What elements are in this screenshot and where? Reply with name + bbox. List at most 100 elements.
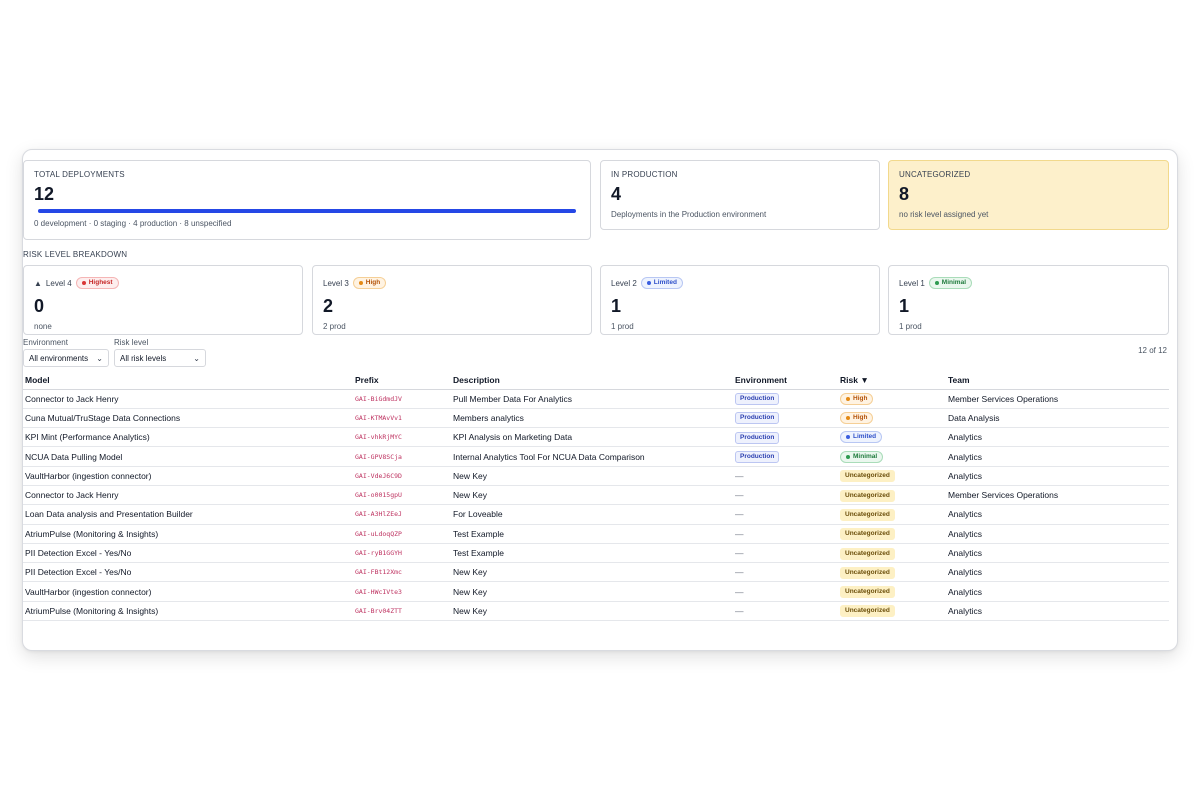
risk-badge-label: Uncategorized bbox=[845, 472, 890, 480]
table-row[interactable]: PII Detection Excel - Yes/No GAI-FBt12Xmc… bbox=[23, 562, 1169, 583]
environment-badge: Production bbox=[735, 393, 780, 406]
model-cell: Connector to Jack Henry bbox=[23, 485, 353, 506]
model-cell: PII Detection Excel - Yes/No bbox=[23, 543, 353, 564]
table-row[interactable]: Connector to Jack Henry GAI-BiGdmdJV Pull … bbox=[23, 389, 1169, 409]
risk-level-3-card: Level 3 High 2 2 prod bbox=[312, 265, 592, 335]
table-row[interactable]: VaultHarbor (ingestion connector) GAI-Vde… bbox=[23, 466, 1169, 486]
risk-level-count: 0 bbox=[34, 296, 45, 316]
table-row[interactable]: VaultHarbor (ingestion connector) GAI-HWc… bbox=[23, 581, 1169, 602]
uncategorized-value: 8 bbox=[899, 184, 910, 204]
environment-cell: Production bbox=[733, 389, 838, 409]
environment-badge: Production bbox=[735, 431, 780, 444]
risk-badge-limited: Limited bbox=[640, 277, 683, 289]
risk-level-count: 2 bbox=[323, 296, 334, 316]
team-cell: Analytics bbox=[946, 504, 1169, 525]
environment-select[interactable]: All environments ⌄ bbox=[23, 349, 109, 367]
model-cell: PII Detection Excel - Yes/No bbox=[23, 562, 353, 583]
risk-badge-label: Uncategorized bbox=[845, 568, 890, 576]
team-cell: Analytics bbox=[946, 524, 1169, 544]
model-cell: Loan Data analysis and Presentation Buil… bbox=[23, 504, 353, 525]
prefix-cell: GAI-ryB1GGYH bbox=[353, 543, 451, 564]
description-cell: New Key bbox=[451, 466, 733, 486]
prefix-cell: GAI-o0015gpU bbox=[353, 485, 451, 506]
model-cell: NCUA Data Pulling Model bbox=[23, 446, 353, 467]
model-cell: VaultHarbor (ingestion connector) bbox=[23, 581, 353, 602]
team-cell: Analytics bbox=[946, 446, 1169, 467]
model-cell: KPI Mint (Performance Analytics) bbox=[23, 427, 353, 448]
risk-badge: Uncategorized bbox=[840, 605, 895, 618]
risk-cell: Uncategorized bbox=[838, 485, 946, 506]
risk-level-sub: 1 prod bbox=[611, 322, 634, 331]
table-row[interactable]: NCUA Data Pulling Model GAI-GPV8SCja Inter… bbox=[23, 446, 1169, 467]
environment-badge: Production bbox=[735, 451, 780, 464]
risk-cell: Uncategorized bbox=[838, 581, 946, 602]
table-row[interactable]: Cuna Mutual/TruStage Data Connections GAI… bbox=[23, 408, 1169, 429]
table-row[interactable]: PII Detection Excel - Yes/No GAI-ryB1GGYH… bbox=[23, 543, 1169, 564]
prefix-cell: GAI-HWcIVte3 bbox=[353, 581, 451, 602]
risk-cell: Minimal bbox=[838, 446, 946, 467]
description-cell: New Key bbox=[451, 581, 733, 602]
risk-cell: Uncategorized bbox=[838, 562, 946, 583]
risk-cell: Uncategorized bbox=[838, 504, 946, 525]
risk-badge: Minimal bbox=[840, 450, 884, 463]
prefix-cell: GAI-uLdoqQZP bbox=[353, 524, 451, 544]
uncategorized-card: UNCATEGORIZED 8 no risk level assigned y… bbox=[888, 160, 1169, 230]
risk-badge-high: High bbox=[352, 277, 387, 289]
risk-cell: High bbox=[838, 408, 946, 429]
column-header-environment[interactable]: Environment bbox=[733, 371, 838, 390]
risk-badge: High bbox=[840, 392, 874, 405]
prefix-cell: GAI-VdeJ6C9D bbox=[353, 466, 451, 486]
environment-cell: — bbox=[733, 485, 838, 506]
description-cell: New Key bbox=[451, 485, 733, 506]
risk-badge-minimal: Minimal bbox=[928, 277, 972, 289]
risk-badge: Uncategorized bbox=[840, 528, 895, 541]
risk-badge-highest: Highest bbox=[75, 277, 119, 289]
risk-breakdown-title: RISK LEVEL BREAKDOWN bbox=[23, 250, 128, 259]
risk-level-select[interactable]: All risk levels ⌄ bbox=[114, 349, 206, 367]
team-cell: Member Services Operations bbox=[946, 389, 1169, 409]
column-header-prefix[interactable]: Prefix bbox=[353, 371, 451, 390]
description-cell: Test Example bbox=[451, 524, 733, 544]
deployment-breakdown: 0 development · 0 staging · 4 production… bbox=[34, 219, 232, 228]
risk-level-4-card: ▲ Level 4 Highest 0 none bbox=[23, 265, 303, 335]
table-row[interactable]: Loan Data analysis and Presentation Buil… bbox=[23, 504, 1169, 525]
risk-level-name: Level 4 bbox=[45, 278, 72, 288]
team-cell: Analytics bbox=[946, 562, 1169, 583]
table-row[interactable]: AtriumPulse (Monitoring & Insights) GAI-B… bbox=[23, 601, 1169, 622]
environment-cell: — bbox=[733, 504, 838, 525]
prefix-cell: GAI-FBt12Xmc bbox=[353, 562, 451, 583]
risk-badge-label: Limited bbox=[853, 433, 877, 441]
environment-cell: — bbox=[733, 562, 838, 583]
column-header-description[interactable]: Description bbox=[451, 371, 733, 390]
total-deployments-value: 12 bbox=[34, 184, 55, 204]
environment-cell: — bbox=[733, 524, 838, 544]
risk-badge: Uncategorized bbox=[840, 508, 895, 521]
description-cell: KPI Analysis on Marketing Data bbox=[451, 427, 733, 448]
environment-cell: — bbox=[733, 581, 838, 602]
model-cell: AtriumPulse (Monitoring & Insights) bbox=[23, 601, 353, 622]
chevron-down-icon: ⌄ bbox=[193, 353, 200, 363]
team-cell: Data Analysis bbox=[946, 408, 1169, 429]
chevron-down-icon: ⌄ bbox=[96, 353, 103, 363]
total-deployments-card: TOTAL DEPLOYMENTS 12 0 development · 0 s… bbox=[23, 160, 591, 240]
risk-level-1-card: Level 1 Minimal 1 1 prod bbox=[888, 265, 1169, 335]
risk-level-name: Level 1 bbox=[899, 278, 925, 288]
risk-badge: Limited bbox=[840, 431, 883, 444]
in-production-card: IN PRODUCTION 4 Deployments in the Produ… bbox=[600, 160, 880, 230]
table-row[interactable]: AtriumPulse (Monitoring & Insights) GAI-u… bbox=[23, 524, 1169, 544]
risk-badge-label: Uncategorized bbox=[845, 491, 890, 499]
column-header-team[interactable]: Team bbox=[946, 371, 1169, 390]
risk-badge-label: High bbox=[853, 394, 868, 402]
model-cell: VaultHarbor (ingestion connector) bbox=[23, 466, 353, 486]
risk-select-value: All risk levels bbox=[120, 353, 167, 363]
risk-level-sub: 2 prod bbox=[323, 322, 346, 331]
table-row[interactable]: KPI Mint (Performance Analytics) GAI-vhkR… bbox=[23, 427, 1169, 448]
column-header-model[interactable]: Model bbox=[23, 371, 353, 390]
result-count: 12 of 12 bbox=[1138, 346, 1167, 355]
risk-level-name: Level 3 bbox=[323, 278, 349, 288]
table-row[interactable]: Connector to Jack Henry GAI-o0015gpU New K… bbox=[23, 485, 1169, 506]
risk-badge-label: Uncategorized bbox=[845, 549, 890, 557]
column-header-risk[interactable]: Risk ▼ bbox=[838, 371, 946, 390]
risk-cell: Uncategorized bbox=[838, 543, 946, 564]
model-cell: AtriumPulse (Monitoring & Insights) bbox=[23, 524, 353, 544]
